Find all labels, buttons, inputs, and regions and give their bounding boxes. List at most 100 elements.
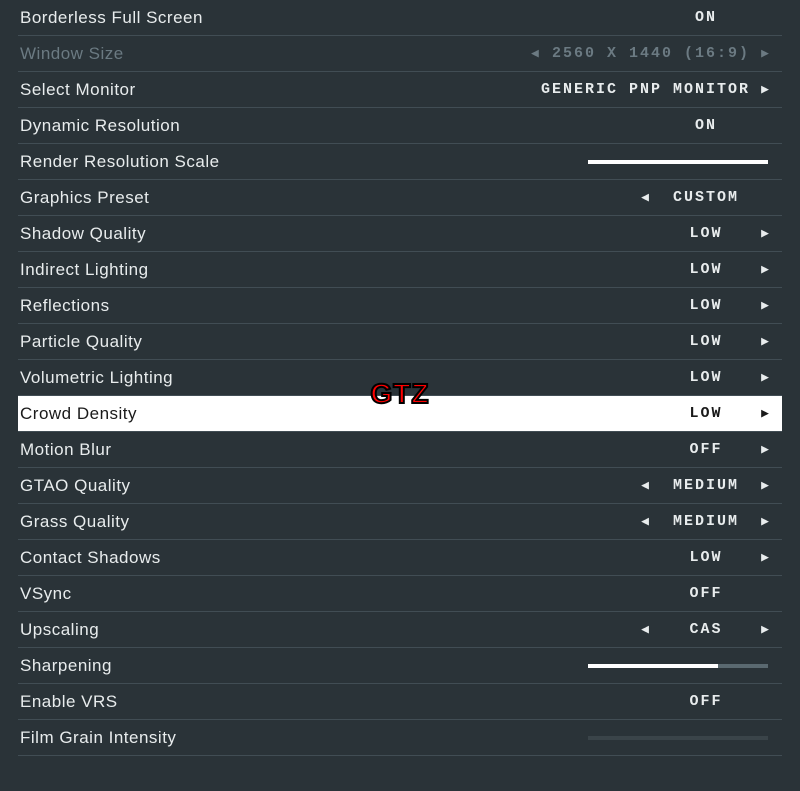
setting-row[interactable]: Select Monitor◀GENERIC PNP MONITOR▶ [18,72,782,108]
chevron-right-icon[interactable]: ▶ [756,46,776,61]
slider-track[interactable] [588,664,768,668]
setting-label: Borderless Full Screen [20,8,546,28]
setting-value: GENERIC PNP MONITOR [535,81,756,98]
chevron-right-icon[interactable]: ▶ [756,550,776,565]
slider-fill [588,160,768,164]
chevron-right-icon[interactable]: ▶ [756,298,776,313]
setting-value: LOW [656,297,756,314]
setting-label: GTAO Quality [20,476,546,496]
setting-label: Upscaling [20,620,546,640]
setting-value-area: ◀LOW▶ [546,405,776,422]
setting-row[interactable]: Sharpening [18,648,782,684]
setting-row[interactable]: GTAO Quality◀MEDIUM▶ [18,468,782,504]
setting-row[interactable]: VSync◀OFF▶ [18,576,782,612]
setting-value-area [546,160,776,164]
chevron-right-icon[interactable]: ▶ [756,262,776,277]
setting-row[interactable]: Grass Quality◀MEDIUM▶ [18,504,782,540]
setting-value-area: ◀LOW▶ [546,369,776,386]
chevron-left-icon[interactable]: ◀ [636,622,656,637]
chevron-right-icon[interactable]: ▶ [756,622,776,637]
setting-row[interactable]: Graphics Preset◀CUSTOM▶ [18,180,782,216]
setting-value: OFF [656,693,756,710]
setting-value: LOW [656,261,756,278]
setting-row[interactable]: Shadow Quality◀LOW▶ [18,216,782,252]
setting-label: Reflections [20,296,546,316]
setting-value: LOW [656,333,756,350]
chevron-right-icon[interactable]: ▶ [756,82,776,97]
setting-value-area: ◀OFF▶ [546,693,776,710]
setting-row[interactable]: Upscaling◀CAS▶ [18,612,782,648]
chevron-right-icon[interactable]: ▶ [756,514,776,529]
setting-value-area: ◀OFF▶ [546,585,776,602]
setting-row[interactable]: Render Resolution Scale [18,144,782,180]
chevron-right-icon[interactable]: ▶ [756,226,776,241]
setting-label: Select Monitor [20,80,515,100]
setting-value-area: ◀GENERIC PNP MONITOR▶ [515,81,776,98]
setting-value-area [546,736,776,740]
setting-value-area: ◀LOW▶ [546,225,776,242]
chevron-right-icon[interactable]: ▶ [756,406,776,421]
setting-label: Dynamic Resolution [20,116,546,136]
setting-value: ON [656,117,756,134]
chevron-left-icon[interactable]: ◀ [526,46,546,61]
chevron-left-icon[interactable]: ◀ [636,478,656,493]
slider-track[interactable] [588,736,768,740]
setting-value: CAS [656,621,756,638]
chevron-left-icon[interactable]: ◀ [636,514,656,529]
setting-value: OFF [656,441,756,458]
setting-row[interactable]: Volumetric Lighting◀LOW▶ [18,360,782,396]
setting-row[interactable]: Reflections◀LOW▶ [18,288,782,324]
setting-row[interactable]: Crowd Density◀LOW▶ [18,396,782,432]
setting-value-area: ◀LOW▶ [546,297,776,314]
setting-value: OFF [656,585,756,602]
setting-label: Crowd Density [20,404,546,424]
chevron-right-icon[interactable]: ▶ [756,478,776,493]
setting-value-area: ◀2560 X 1440 (16:9)▶ [526,45,776,62]
setting-label: Contact Shadows [20,548,546,568]
setting-label: Indirect Lighting [20,260,546,280]
setting-row[interactable]: Particle Quality◀LOW▶ [18,324,782,360]
setting-value: MEDIUM [656,477,756,494]
setting-value-area: ◀LOW▶ [546,333,776,350]
setting-row[interactable]: Motion Blur◀OFF▶ [18,432,782,468]
setting-value: MEDIUM [656,513,756,530]
setting-value-area: ◀MEDIUM▶ [546,513,776,530]
setting-label: Shadow Quality [20,224,546,244]
setting-label: Enable VRS [20,692,546,712]
setting-value-area: ◀CAS▶ [546,621,776,638]
setting-value: LOW [656,225,756,242]
setting-value-area: ◀LOW▶ [546,261,776,278]
slider-fill [588,664,718,668]
setting-label: Sharpening [20,656,546,676]
chevron-right-icon[interactable]: ▶ [756,442,776,457]
setting-label: Volumetric Lighting [20,368,546,388]
chevron-right-icon[interactable]: ▶ [756,370,776,385]
setting-value-area: ◀MEDIUM▶ [546,477,776,494]
setting-label: Particle Quality [20,332,546,352]
setting-value: LOW [656,405,756,422]
slider-track[interactable] [588,160,768,164]
setting-row[interactable]: Indirect Lighting◀LOW▶ [18,252,782,288]
setting-value-area: ◀OFF▶ [546,441,776,458]
setting-label: Film Grain Intensity [20,728,546,748]
setting-row[interactable]: Enable VRS◀OFF▶ [18,684,782,720]
setting-value: CUSTOM [656,189,756,206]
setting-value: LOW [656,369,756,386]
setting-row[interactable]: Contact Shadows◀LOW▶ [18,540,782,576]
chevron-left-icon[interactable]: ◀ [636,190,656,205]
setting-value-area [546,664,776,668]
setting-value: 2560 X 1440 (16:9) [546,45,756,62]
settings-list: Borderless Full Screen◀ON▶Window Size◀25… [0,0,800,756]
setting-row[interactable]: Film Grain Intensity [18,720,782,756]
chevron-right-icon[interactable]: ▶ [756,334,776,349]
setting-row[interactable]: Window Size◀2560 X 1440 (16:9)▶ [18,36,782,72]
setting-label: Graphics Preset [20,188,546,208]
setting-label: Window Size [20,44,526,64]
setting-row[interactable]: Borderless Full Screen◀ON▶ [18,0,782,36]
setting-label: Motion Blur [20,440,546,460]
setting-row[interactable]: Dynamic Resolution◀ON▶ [18,108,782,144]
setting-value-area: ◀ON▶ [546,117,776,134]
setting-value-area: ◀CUSTOM▶ [546,189,776,206]
setting-value-area: ◀LOW▶ [546,549,776,566]
setting-label: Render Resolution Scale [20,152,546,172]
